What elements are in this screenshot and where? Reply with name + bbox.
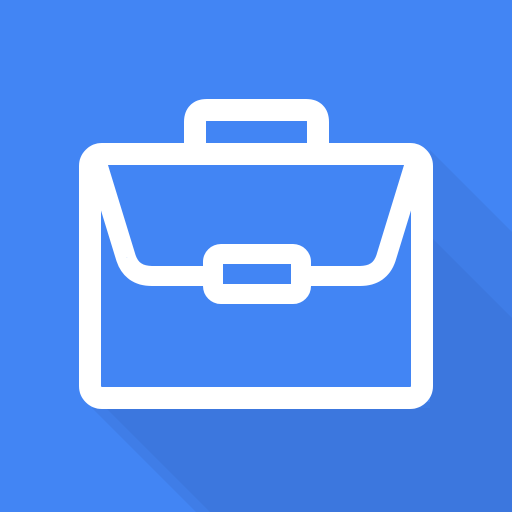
app-icon: [0, 0, 512, 512]
briefcase-clasp: [203, 244, 311, 304]
app-icon-canvas: [0, 0, 512, 512]
